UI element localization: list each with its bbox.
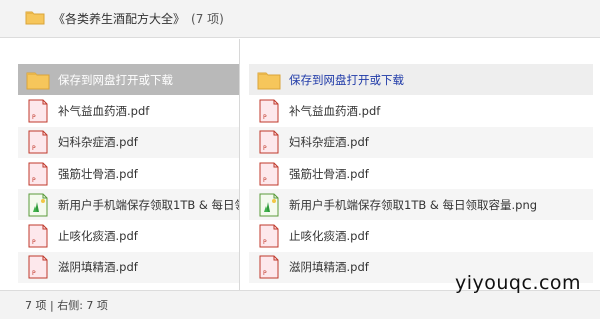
pdf-file-icon: P	[253, 130, 285, 154]
file-name: 新用户手机端保存领取1TB & 每日领取容量.png	[289, 197, 538, 212]
file-name: 滋阴填精酒.pdf	[289, 260, 369, 275]
svg-text:P: P	[263, 270, 267, 277]
svg-text:P: P	[32, 114, 36, 121]
image-file-icon	[253, 193, 285, 217]
file-name: 妇科杂症酒.pdf	[289, 135, 369, 150]
list-item[interactable]: 保存到网盘打开或下载	[18, 64, 239, 96]
list-item[interactable]: P 妇科杂症酒.pdf	[249, 126, 593, 158]
status-text: 7 项 | 右侧: 7 项	[25, 299, 108, 312]
file-name: 妇科杂症酒.pdf	[58, 135, 138, 150]
window-header: 《各类养生酒配方大全》 (7 项)	[0, 0, 600, 38]
list-item[interactable]: P 止咳化痰酒.pdf	[249, 220, 593, 251]
file-name: 滋阴填精酒.pdf	[58, 260, 138, 275]
file-name: 强筋壮骨酒.pdf	[58, 166, 138, 181]
svg-text:P: P	[263, 239, 267, 246]
list-item[interactable]: P 妇科杂症酒.pdf	[18, 126, 239, 158]
file-name: 强筋壮骨酒.pdf	[289, 166, 369, 181]
right-file-list: 保存到网盘打开或下载 P 补气益血药酒.pdf P 妇科杂症酒.pdf P 强筋…	[249, 64, 593, 284]
svg-text:P: P	[32, 270, 36, 277]
pdf-file-icon: P	[22, 99, 54, 123]
pdf-file-icon: P	[253, 255, 285, 279]
left-pane: 保存到网盘打开或下载 P 补气益血药酒.pdf P 妇科杂症酒.pdf P 强筋…	[0, 39, 240, 290]
pdf-file-icon: P	[253, 162, 285, 186]
pdf-file-icon: P	[22, 130, 54, 154]
status-bar: 7 项 | 右侧: 7 项	[0, 290, 600, 319]
folder-icon	[25, 9, 45, 28]
pdf-file-icon: P	[22, 224, 54, 248]
folder-icon	[253, 70, 285, 90]
svg-text:P: P	[263, 177, 267, 184]
list-item[interactable]: P 强筋壮骨酒.pdf	[249, 158, 593, 189]
list-item[interactable]: P 止咳化痰酒.pdf	[18, 220, 239, 251]
list-item[interactable]: 新用户手机端保存领取1TB & 每日领取容量.png	[249, 189, 593, 221]
list-item[interactable]: P 滋阴填精酒.pdf	[18, 251, 239, 284]
watermark: yiyouqc.com	[455, 272, 582, 294]
file-name: 止咳化痰酒.pdf	[289, 229, 369, 244]
pdf-file-icon: P	[253, 224, 285, 248]
pdf-file-icon: P	[22, 255, 54, 279]
right-pane: 保存到网盘打开或下载 P 补气益血药酒.pdf P 妇科杂症酒.pdf P 强筋…	[241, 39, 600, 290]
svg-text:P: P	[32, 177, 36, 184]
list-item[interactable]: P 强筋壮骨酒.pdf	[18, 158, 239, 189]
svg-text:P: P	[263, 145, 267, 152]
file-name: 补气益血药酒.pdf	[58, 103, 150, 118]
left-file-list: 保存到网盘打开或下载 P 补气益血药酒.pdf P 妇科杂症酒.pdf P 强筋…	[18, 64, 239, 284]
svg-text:P: P	[32, 239, 36, 246]
list-item[interactable]: P 补气益血药酒.pdf	[249, 95, 593, 126]
file-name: 新用户手机端保存领取1TB & 每日领取容量.png	[58, 197, 239, 212]
file-name: 保存到网盘打开或下载	[58, 72, 173, 87]
pdf-file-icon: P	[22, 162, 54, 186]
file-name: 止咳化痰酒.pdf	[58, 229, 138, 244]
file-name: 保存到网盘打开或下载	[289, 72, 404, 87]
list-item[interactable]: P 补气益血药酒.pdf	[18, 95, 239, 126]
pdf-file-icon: P	[253, 99, 285, 123]
folder-icon	[22, 70, 54, 90]
file-name: 补气益血药酒.pdf	[289, 103, 381, 118]
svg-text:P: P	[32, 145, 36, 152]
list-item[interactable]: 新用户手机端保存领取1TB & 每日领取容量.png	[18, 189, 239, 221]
folder-title: 《各类养生酒配方大全》	[53, 12, 186, 26]
item-count: (7 项)	[191, 12, 224, 26]
list-item[interactable]: 保存到网盘打开或下载	[249, 64, 593, 96]
image-file-icon	[22, 193, 54, 217]
svg-text:P: P	[263, 114, 267, 121]
